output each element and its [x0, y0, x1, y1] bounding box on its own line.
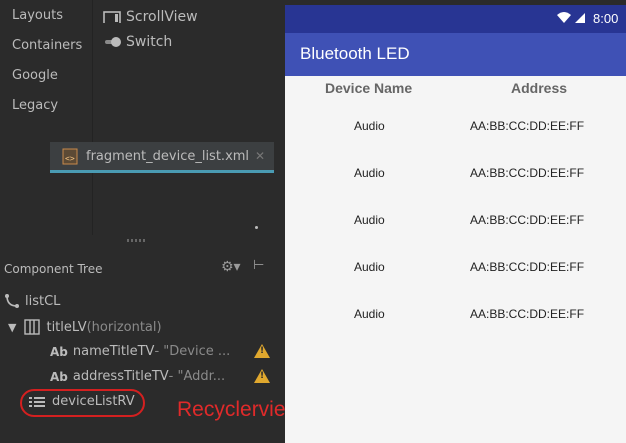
wifi-battery-icon	[557, 12, 585, 23]
textview-icon: Ab	[50, 369, 68, 384]
switch-icon	[105, 37, 121, 47]
warning-icon[interactable]: !	[254, 344, 270, 358]
collapse-icon[interactable]: ⊢	[253, 258, 264, 273]
file-tab-label: fragment_device_list.xml	[86, 148, 250, 164]
device-row-name[interactable]: Audio	[354, 307, 385, 321]
column-header-device-name: Device Name	[325, 80, 413, 96]
device-row-name[interactable]: Audio	[354, 213, 385, 227]
palette-category-layouts[interactable]: Layouts	[12, 8, 63, 23]
textview-icon: Ab	[50, 344, 68, 359]
palette-item-scrollview[interactable]: ScrollView	[103, 9, 198, 25]
tree-node-name: nameTitleTV	[72, 344, 155, 359]
tree-node-nametitletv[interactable]: Ab nameTitleTV - "Device ...	[50, 344, 230, 359]
palette-item-switch[interactable]: Switch	[103, 34, 172, 50]
device-row-address[interactable]: AA:BB:CC:DD:EE:FF	[470, 307, 584, 321]
tree-node-name: addressTitleTV	[72, 369, 169, 384]
svg-text:<>: <>	[65, 154, 75, 163]
tree-node-detail: - "Addr...	[168, 369, 226, 384]
splitter-grip-icon[interactable]	[127, 239, 147, 242]
close-tab-icon[interactable]: ✕	[255, 149, 265, 163]
tree-node-titlelv[interactable]: ▼ titleLV (horizontal)	[8, 319, 162, 335]
device-row-address[interactable]: AA:BB:CC:DD:EE:FF	[470, 260, 584, 274]
component-tree-title: Component Tree	[4, 262, 103, 276]
annotation-circle	[20, 389, 145, 417]
linear-layout-icon	[24, 319, 41, 335]
scrollview-icon	[103, 11, 121, 23]
app-title: Bluetooth LED	[300, 44, 410, 63]
expand-arrow-icon[interactable]: ▼	[8, 321, 16, 334]
palette-item-label: ScrollView	[126, 9, 198, 25]
palette-category-google[interactable]: Google	[12, 68, 58, 83]
device-row-address[interactable]: AA:BB:CC:DD:EE:FF	[470, 119, 584, 133]
palette-categories: Layouts Containers Google Legacy	[0, 0, 93, 235]
tree-node-detail: - "Device ...	[154, 344, 231, 359]
palette-category-containers[interactable]: Containers	[12, 38, 82, 53]
device-row-name[interactable]: Audio	[354, 119, 385, 133]
gear-icon[interactable]: ⚙▾	[221, 259, 241, 275]
tree-node-addresstitletv[interactable]: Ab addressTitleTV - "Addr...	[50, 369, 225, 384]
device-row-name[interactable]: Audio	[354, 166, 385, 180]
resize-dot	[255, 226, 258, 229]
constraint-layout-icon	[5, 294, 19, 308]
device-row-name[interactable]: Audio	[354, 260, 385, 274]
device-row-address[interactable]: AA:BB:CC:DD:EE:FF	[470, 166, 584, 180]
palette-item-label: Switch	[126, 34, 173, 50]
tree-node-detail: (horizontal)	[86, 319, 162, 335]
tree-node-listcl[interactable]: listCL	[4, 293, 60, 309]
status-time: 8:00	[593, 11, 619, 26]
tree-node-name: titleLV	[46, 319, 87, 335]
device-row-address[interactable]: AA:BB:CC:DD:EE:FF	[470, 213, 584, 227]
palette-category-legacy[interactable]: Legacy	[12, 98, 58, 113]
xml-file-icon: <>	[62, 148, 78, 165]
file-tab[interactable]: <> fragment_device_list.xml ✕	[50, 142, 274, 173]
annotation-label: Recyclerview	[177, 398, 301, 421]
tree-node-name: listCL	[25, 293, 61, 309]
warning-icon[interactable]: !	[254, 369, 270, 383]
palette-items: ScrollView Switch	[93, 0, 283, 235]
column-header-address: Address	[511, 80, 568, 96]
